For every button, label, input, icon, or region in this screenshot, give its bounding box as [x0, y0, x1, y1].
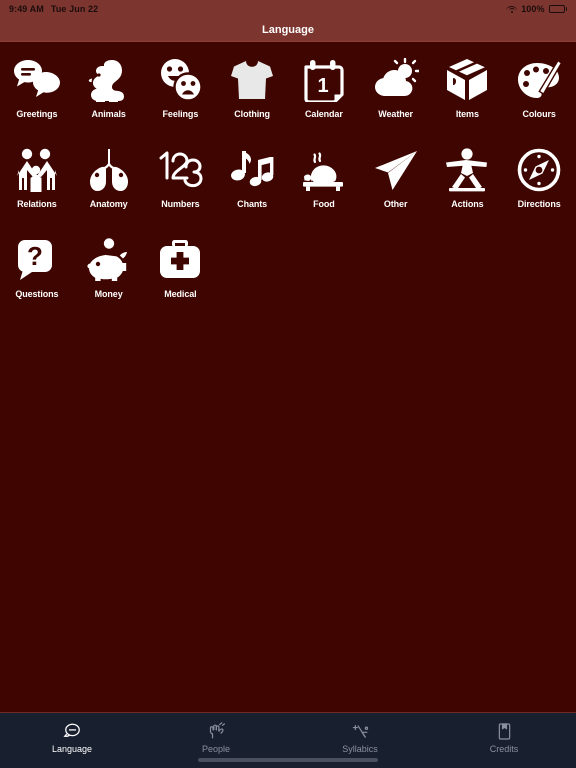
- app-root: 9:49 AM Tue Jun 22 100% Language Greetin…: [0, 0, 576, 768]
- status-bar: 9:49 AM Tue Jun 22 100%: [0, 0, 576, 18]
- nav-bar: Language: [0, 18, 576, 42]
- one-two-three-icon: [154, 142, 206, 198]
- home-indicator: [198, 758, 378, 762]
- calendar-day-number: 1: [317, 75, 328, 97]
- tab-people[interactable]: People: [144, 713, 288, 754]
- category-item-calendar[interactable]: 1 Calendar: [288, 52, 360, 134]
- speech-bubbles-icon: [11, 52, 63, 108]
- paper-plane-icon: [370, 142, 422, 198]
- wifi-icon: [506, 5, 518, 14]
- first-aid-kit-icon: [154, 232, 206, 288]
- paint-palette-icon: [513, 52, 565, 108]
- category-item-animals[interactable]: Animals: [73, 52, 145, 134]
- category-item-feelings[interactable]: Feelings: [145, 52, 217, 134]
- person-action-icon: [441, 142, 493, 198]
- category-label: Numbers: [161, 199, 200, 209]
- category-item-directions[interactable]: Directions: [503, 142, 575, 224]
- category-item-clothing[interactable]: Clothing: [216, 52, 288, 134]
- category-label: Money: [94, 289, 123, 299]
- category-label: Clothing: [234, 109, 270, 119]
- category-label: Food: [313, 199, 335, 209]
- category-label: Actions: [451, 199, 484, 209]
- category-label: Weather: [378, 109, 413, 119]
- category-label: Directions: [517, 199, 561, 209]
- category-label: Colours: [522, 109, 556, 119]
- page-title: Language: [262, 23, 314, 36]
- music-notes-icon: [226, 142, 278, 198]
- category-grid: Greetings Animals Feelings Clothing 1 Ca…: [0, 44, 576, 314]
- tab-label: Language: [51, 744, 93, 754]
- lungs-icon: [83, 142, 135, 198]
- tab-label: Credits: [489, 744, 519, 754]
- people-hand-icon: [207, 720, 226, 742]
- category-label: Items: [455, 109, 479, 119]
- roast-food-icon: [298, 142, 350, 198]
- calendar-icon: 1: [298, 52, 350, 108]
- category-item-money[interactable]: Money: [73, 232, 145, 314]
- status-time: 9:49 AM: [9, 4, 44, 14]
- status-bar-left: 9:49 AM Tue Jun 22: [9, 4, 98, 14]
- tab-credits[interactable]: Credits: [432, 713, 576, 754]
- speech-bubble-icon: [62, 720, 82, 742]
- category-item-colours[interactable]: Colours: [503, 52, 575, 134]
- category-item-numbers[interactable]: Numbers: [145, 142, 217, 224]
- category-label: Medical: [164, 289, 197, 299]
- t-shirt-icon: [226, 52, 278, 108]
- sun-cloud-icon: [370, 52, 422, 108]
- status-date: Tue Jun 22: [50, 4, 99, 14]
- squirrel-icon: [83, 52, 135, 108]
- category-label: Relations: [17, 199, 57, 209]
- category-item-greetings[interactable]: Greetings: [1, 52, 73, 134]
- category-item-items[interactable]: Items: [432, 52, 504, 134]
- category-label: Chants: [237, 199, 268, 209]
- category-item-anatomy[interactable]: Anatomy: [73, 142, 145, 224]
- compass-icon: [513, 142, 565, 198]
- tab-label: Syllabics: [342, 744, 378, 754]
- svg-text:?: ?: [27, 241, 43, 271]
- tab-label: People: [201, 744, 231, 754]
- category-item-food[interactable]: Food: [288, 142, 360, 224]
- document-icon: [495, 720, 514, 742]
- battery-percent-label: 100%: [521, 4, 545, 14]
- category-item-other[interactable]: Other: [360, 142, 432, 224]
- emoji-faces-icon: [154, 52, 206, 108]
- syllabics-icon: [351, 720, 370, 742]
- category-item-actions[interactable]: Actions: [432, 142, 504, 224]
- category-label: Questions: [15, 289, 59, 299]
- status-bar-right: 100%: [506, 4, 567, 14]
- tab-language[interactable]: Language: [0, 713, 144, 754]
- category-label: Anatomy: [89, 199, 128, 209]
- category-label: Animals: [91, 109, 126, 119]
- battery-full-icon: [548, 5, 567, 13]
- question-bubble-icon: ?: [11, 232, 63, 288]
- category-item-weather[interactable]: Weather: [360, 52, 432, 134]
- piggy-bank-icon: [83, 232, 135, 288]
- tab-bar: Language People Syllabics Credits: [0, 712, 576, 768]
- category-label: Feelings: [162, 109, 199, 119]
- category-label: Calendar: [305, 109, 343, 119]
- box-icon: [441, 52, 493, 108]
- category-item-questions[interactable]: ? Questions: [1, 232, 73, 314]
- category-item-chants[interactable]: Chants: [216, 142, 288, 224]
- category-item-relations[interactable]: Relations: [1, 142, 73, 224]
- category-label: Other: [383, 199, 408, 209]
- category-item-medical[interactable]: Medical: [145, 232, 217, 314]
- tab-syllabics[interactable]: Syllabics: [288, 713, 432, 754]
- category-label: Greetings: [16, 109, 58, 119]
- family-icon: [11, 142, 63, 198]
